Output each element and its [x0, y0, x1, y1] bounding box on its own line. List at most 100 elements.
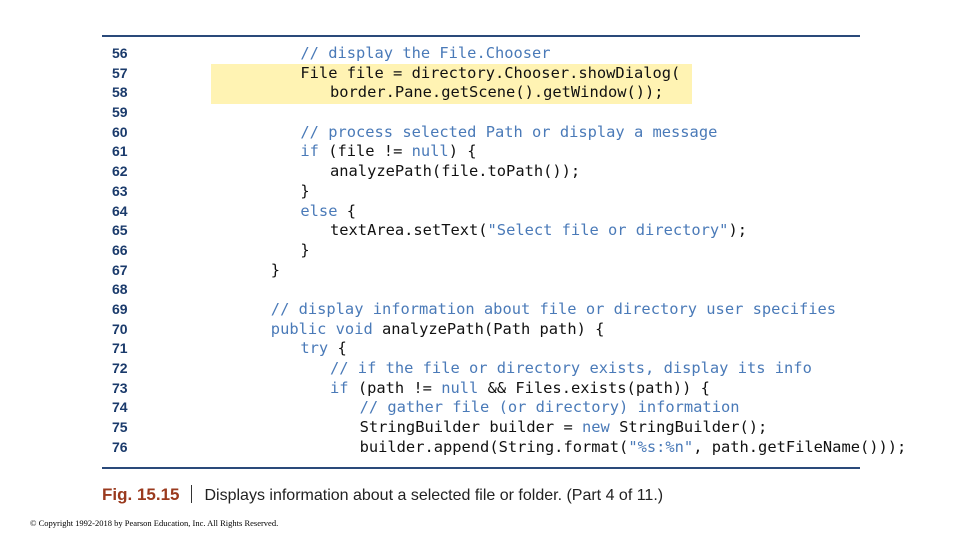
- code-text: analyzePath(file.toPath());: [330, 162, 580, 182]
- line-number: 72: [112, 360, 128, 376]
- code-token: );: [728, 221, 747, 240]
- code-token: && Files.exists(path)) {: [478, 378, 710, 397]
- code-line: 57 File file = directory.Chooser.showDial…: [112, 64, 852, 84]
- code-text: }: [271, 261, 280, 281]
- line-number: 62: [112, 163, 128, 180]
- line-number: 66: [112, 241, 128, 258]
- code-text: // display information about file or dir…: [271, 300, 836, 320]
- code-line: 69 // display information about file or d…: [112, 300, 852, 320]
- line-number: 70: [112, 320, 128, 337]
- line-number: 64: [112, 202, 128, 219]
- code-text: // display the File.Chooser: [300, 44, 550, 64]
- code-token: try: [300, 339, 329, 358]
- code-line: 72 // if the file or directory exists, di…: [112, 359, 852, 379]
- copyright-notice: © Copyright 1992-2018 by Pearson Educati…: [30, 518, 279, 528]
- code-text: StringBuilder builder = new StringBuilde…: [360, 418, 768, 438]
- caption-separator: [191, 485, 193, 503]
- line-number: 65: [112, 222, 128, 239]
- code-token: (path !=: [348, 378, 442, 397]
- code-text: }: [300, 182, 309, 202]
- code-line: 71 try {: [112, 339, 852, 359]
- code-text: textArea.setText("Select file or directo…: [330, 221, 747, 241]
- code-token: "%s:%n": [628, 437, 694, 456]
- figure-caption: Fig. 15.15 Displays information about a s…: [102, 484, 663, 506]
- line-number: 57: [112, 64, 128, 81]
- code-token: }: [270, 260, 281, 279]
- code-token: // display information about file or dir…: [270, 299, 837, 318]
- code-line: 73 if (path != null && Files.exists(path)…: [112, 379, 852, 399]
- line-number: 60: [112, 123, 128, 140]
- top-rule: [102, 35, 860, 37]
- line-number: 69: [112, 300, 128, 317]
- code-token: StringBuilder();: [609, 418, 768, 437]
- code-token: (file !=: [318, 142, 412, 161]
- line-number: 59: [112, 104, 128, 121]
- code-token: public void: [270, 319, 373, 338]
- code-listing: 56 // display the File.Chooser 57 File file…: [112, 44, 906, 458]
- code-token: // if the file or directory exists, disp…: [330, 359, 812, 377]
- line-number: 68: [112, 281, 128, 298]
- code-token: analyzePath(file.toPath());: [330, 162, 581, 181]
- figure-caption-text: Displays information about a selected fi…: [204, 487, 664, 504]
- code-token: {: [337, 201, 357, 220]
- code-token: textArea.setText(: [330, 221, 488, 240]
- code-line: 75 StringBuilder builder = new StringBuil…: [112, 418, 852, 438]
- line-number: 71: [112, 340, 128, 357]
- line-number: 76: [112, 438, 128, 455]
- line-number: 61: [112, 143, 128, 160]
- code-text: builder.append(String.format("%s:%n", pa…: [360, 438, 907, 458]
- code-text: public void analyzePath(Path path) {: [271, 320, 605, 340]
- line-number: 74: [112, 399, 128, 416]
- code-token: border.Pane.getScene().getWindow());: [330, 83, 664, 102]
- code-line: 58 border.Pane.getScene().getWindow());: [112, 83, 852, 103]
- code-token: builder.append(String.format(: [359, 437, 629, 456]
- line-number: 67: [112, 261, 128, 278]
- code-token: }: [300, 181, 310, 200]
- line-number: 63: [112, 182, 128, 199]
- code-token: {: [328, 339, 347, 358]
- code-text: // gather file (or directory) informatio…: [360, 398, 740, 418]
- code-text: else {: [300, 202, 356, 222]
- code-token: StringBuilder builder =: [359, 418, 582, 437]
- code-line: 70 public void analyzePath(Path path) {: [112, 320, 852, 340]
- code-line: 56 // display the File.Chooser: [112, 44, 852, 64]
- line-number: 75: [112, 419, 128, 436]
- code-line: 62 analyzePath(file.toPath());: [112, 162, 852, 182]
- code-token: }: [300, 240, 310, 259]
- code-token: , path.getFileName()));: [693, 437, 907, 456]
- code-line: 68: [112, 280, 852, 300]
- line-number: 58: [112, 84, 128, 101]
- code-line: 61 if (file != null) {: [112, 142, 852, 162]
- code-text: if (path != null && Files.exists(path)) …: [330, 379, 710, 399]
- code-line: 63}: [112, 182, 852, 202]
- code-line: 76 builder.append(String.format("%s:%n", …: [112, 438, 906, 458]
- code-token: ) {: [448, 142, 477, 161]
- code-text: // process selected Path or display a me…: [300, 123, 717, 143]
- code-text: if (file != null) {: [300, 142, 476, 162]
- code-line: 67}: [112, 261, 852, 281]
- code-text: }: [300, 241, 309, 261]
- bottom-rule: [102, 467, 860, 469]
- code-token: File file = directory.Chooser.showDialog…: [300, 63, 681, 82]
- code-token: // display the File.Chooser: [300, 44, 551, 62]
- code-line: 59: [112, 103, 852, 123]
- figure-label: Fig. 15.15: [102, 485, 180, 504]
- code-token: null: [441, 378, 479, 397]
- code-line: 65 textArea.setText("Select file or direc…: [112, 221, 852, 241]
- code-token: if: [300, 142, 319, 161]
- code-token: else: [300, 201, 338, 220]
- code-token: // gather file (or directory) informatio…: [359, 398, 740, 417]
- code-token: // process selected Path or display a me…: [300, 122, 718, 141]
- code-token: "Select file or directory": [487, 221, 729, 240]
- line-number: 73: [112, 379, 128, 396]
- code-token: new: [581, 418, 610, 437]
- code-text: try {: [300, 339, 346, 359]
- code-text: File file = directory.Chooser.showDialog…: [300, 64, 680, 84]
- line-number: 56: [112, 45, 128, 61]
- slide: 56 // display the File.Chooser 57 File file…: [0, 0, 960, 540]
- code-text: border.Pane.getScene().getWindow());: [330, 83, 664, 103]
- code-line: 66}: [112, 241, 852, 261]
- code-line: 64 else {: [112, 202, 852, 222]
- code-token: if: [330, 378, 349, 397]
- code-token: null: [411, 142, 449, 161]
